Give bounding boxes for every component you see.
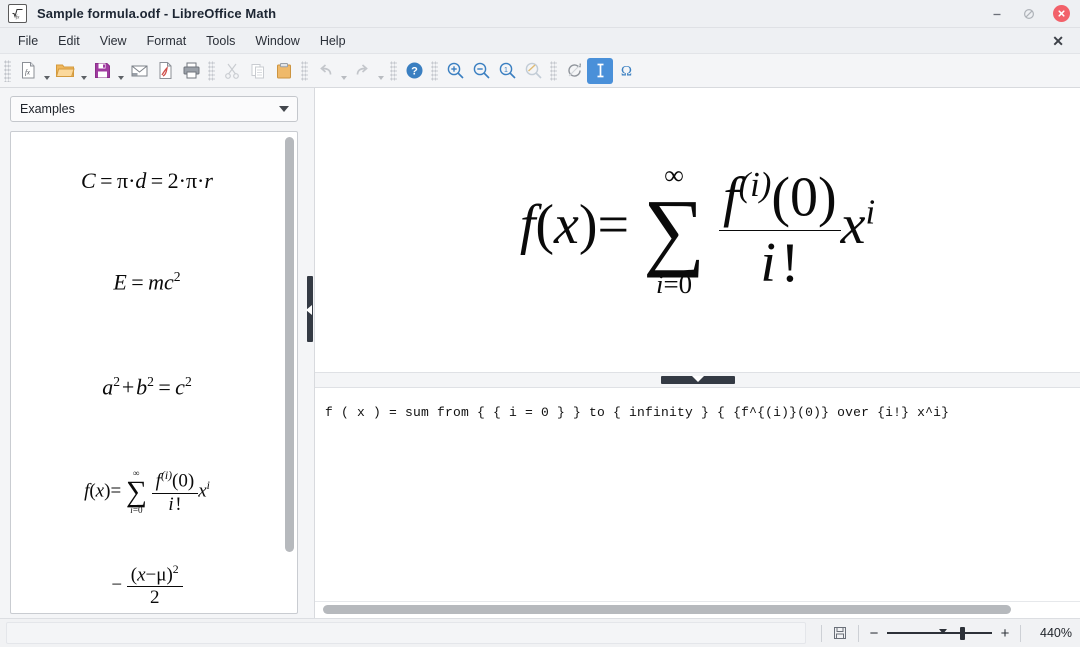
libreoffice-math-window: fx Sample formula.odf - LibreOffice Math <box>0 0 1080 647</box>
toolbar-separator-5 <box>550 61 557 81</box>
list-item[interactable]: − (x−μ)2 2 <box>11 545 283 613</box>
example-taylor-series: f(x)= ∞ ∑ i=0 f(i)(0) i ! xi <box>84 469 210 515</box>
vertical-splitter-handle[interactable] <box>307 276 313 342</box>
copy-icon <box>245 58 271 84</box>
title-bar: fx Sample formula.odf - LibreOffice Math <box>0 0 1080 28</box>
zoom-control: − + <box>868 626 1011 641</box>
close-document-button[interactable]: ✕ <box>1046 32 1070 50</box>
symbols-icon[interactable]: Ω <box>613 58 639 84</box>
elements-scrollbar-thumb[interactable] <box>285 137 294 552</box>
chevron-down-icon[interactable] <box>275 106 293 112</box>
list-item[interactable]: E = mc2 <box>11 230 283 335</box>
cut-icon <box>219 58 245 84</box>
svg-text:fx: fx <box>24 69 30 77</box>
minimize-button[interactable] <box>989 6 1005 22</box>
math-document-icon: fx <box>8 4 27 23</box>
standard-toolbar: fx <box>0 54 1080 88</box>
main-body: Examples C = π·d = 2·π·r E = mc2 <box>0 88 1080 618</box>
redo-dropdown-arrow[interactable] <box>375 54 386 88</box>
export-pdf-icon[interactable] <box>152 58 178 84</box>
zoom-in-icon[interactable] <box>442 58 468 84</box>
toolbar-separator-2 <box>301 61 308 81</box>
vertical-splitter[interactable] <box>306 88 314 618</box>
undo-icon <box>312 58 338 84</box>
example-circle-circumference: C = π·d = 2·π·r <box>81 168 213 194</box>
elements-scroll-content: C = π·d = 2·π·r E = mc2 a2 + b2 = c2 <box>11 132 283 613</box>
horizontal-splitter[interactable] <box>315 372 1080 388</box>
example-gaussian: − (x−μ)2 2 <box>111 563 182 609</box>
formula-preview[interactable]: f(x)= ∞ ∑ i=0 f(i)(0) i ! xi <box>315 88 1080 372</box>
zoom-slider-tick <box>939 629 947 634</box>
svg-text:1: 1 <box>504 67 508 74</box>
status-separator-3 <box>1020 625 1021 642</box>
status-message-area <box>6 622 806 644</box>
toolbar-separator-3 <box>390 61 397 81</box>
list-item[interactable]: C = π·d = 2·π·r <box>11 132 283 230</box>
list-item[interactable]: a2 + b2 = c2 <box>11 335 283 440</box>
example-mass-energy: E = mc2 <box>113 269 180 295</box>
zoom-out-icon[interactable] <box>468 58 494 84</box>
menu-help[interactable]: Help <box>310 31 356 51</box>
command-horizontal-scrollbar[interactable] <box>315 601 1080 618</box>
open-file-icon[interactable] <box>52 58 78 84</box>
zoom-out-button[interactable]: − <box>868 626 880 641</box>
elements-list[interactable]: C = π·d = 2·π·r E = mc2 a2 + b2 = c2 <box>10 131 298 614</box>
save-dropdown-arrow[interactable] <box>115 54 126 88</box>
zoom-slider-knob[interactable] <box>960 627 965 640</box>
status-separator-1 <box>821 625 822 642</box>
toolbar-grip[interactable] <box>4 60 11 82</box>
document-modified-icon[interactable] <box>831 624 849 642</box>
print-icon[interactable] <box>178 58 204 84</box>
toolbar-separator-4 <box>431 61 438 81</box>
svg-text:fx: fx <box>16 16 20 20</box>
email-icon[interactable] <box>126 58 152 84</box>
window-title: Sample formula.odf - LibreOffice Math <box>37 6 276 21</box>
toolbar-separator-1 <box>208 61 215 81</box>
elements-panel-container: Examples C = π·d = 2·π·r E = mc2 <box>0 88 306 618</box>
zoom-all-icon[interactable] <box>520 58 546 84</box>
help-icon[interactable]: ? <box>401 58 427 84</box>
elements-category-label: Examples <box>20 102 75 116</box>
status-separator-2 <box>858 625 859 642</box>
svg-text:Ω: Ω <box>620 64 631 80</box>
window-controls <box>989 5 1074 22</box>
new-formula-icon[interactable]: fx <box>15 58 41 84</box>
editor-pane: f(x)= ∞ ∑ i=0 f(i)(0) i ! xi f ( x ) = s… <box>314 88 1080 618</box>
zoom-100-icon[interactable]: 1 <box>494 58 520 84</box>
horizontal-splitter-handle[interactable] <box>661 376 735 384</box>
zoom-in-button[interactable]: + <box>999 626 1011 641</box>
menu-bar: File Edit View Format Tools Window Help … <box>0 28 1080 54</box>
example-pythagorean: a2 + b2 = c2 <box>102 374 192 400</box>
formula-cursor-icon[interactable] <box>587 58 613 84</box>
open-dropdown-arrow[interactable] <box>78 54 89 88</box>
command-area: f ( x ) = sum from { { i = 0 } } to { in… <box>315 388 1080 618</box>
menu-format[interactable]: Format <box>137 31 197 51</box>
elements-scrollbar[interactable] <box>284 134 295 611</box>
zoom-slider[interactable] <box>887 626 992 640</box>
command-horizontal-scrollbar-thumb[interactable] <box>323 605 1011 614</box>
preview-formula: f(x)= ∞ ∑ i=0 f(i)(0) i ! xi <box>520 162 875 298</box>
status-bar: − + 440% <box>0 618 1080 647</box>
list-item[interactable]: f(x)= ∞ ∑ i=0 f(i)(0) i ! xi <box>11 440 283 545</box>
save-icon[interactable] <box>89 58 115 84</box>
menu-window[interactable]: Window <box>245 31 309 51</box>
maximize-restore-button[interactable] <box>1021 6 1037 22</box>
close-window-button[interactable] <box>1053 5 1070 22</box>
refresh-icon[interactable] <box>561 58 587 84</box>
menu-view[interactable]: View <box>90 31 137 51</box>
menu-edit[interactable]: Edit <box>48 31 90 51</box>
new-dropdown-arrow[interactable] <box>41 54 52 88</box>
formula-command-editor[interactable]: f ( x ) = sum from { { i = 0 } } to { in… <box>315 388 1080 601</box>
elements-category-dropdown[interactable]: Examples <box>10 96 298 122</box>
redo-icon <box>349 58 375 84</box>
undo-dropdown-arrow[interactable] <box>338 54 349 88</box>
menu-file[interactable]: File <box>8 31 48 51</box>
zoom-percentage[interactable]: 440% <box>1030 626 1072 640</box>
paste-icon[interactable] <box>271 58 297 84</box>
svg-text:?: ? <box>411 66 418 78</box>
menu-tools[interactable]: Tools <box>196 31 245 51</box>
